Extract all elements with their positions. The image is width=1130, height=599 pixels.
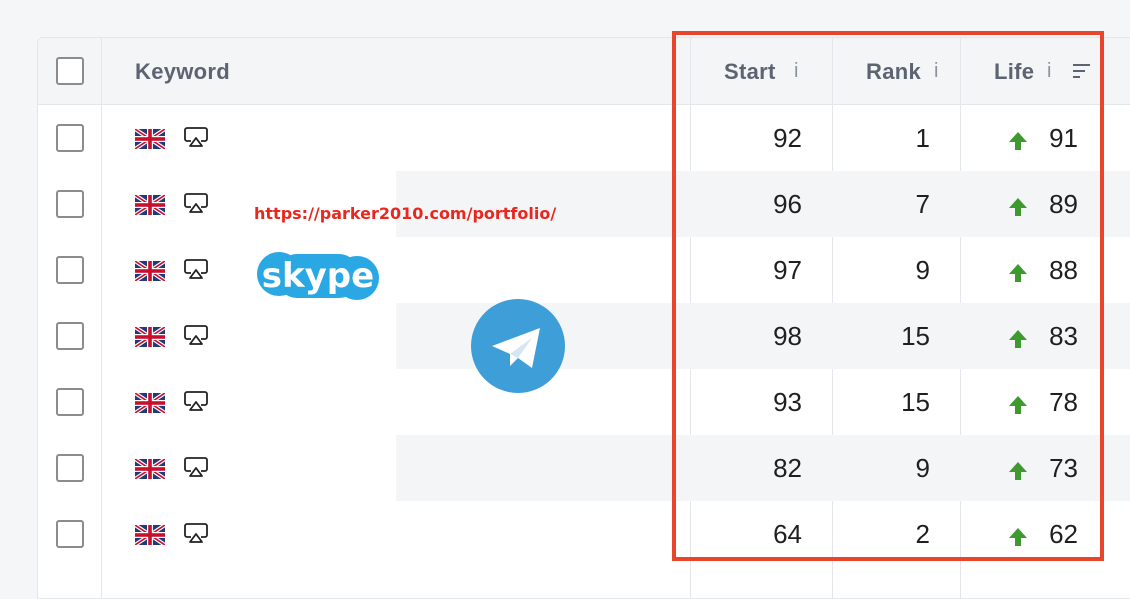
row-checkbox[interactable] [56, 388, 84, 416]
rank-value: 1 [915, 123, 930, 153]
skype-logo: skype [257, 252, 379, 300]
table-row[interactable]: 96 7 89 [38, 171, 1130, 237]
life-value: 62 [1049, 519, 1078, 549]
column-header-start[interactable]: Start [724, 59, 776, 85]
arrow-up-icon [1009, 132, 1027, 150]
column-header-life[interactable]: Life [994, 59, 1034, 85]
start-value: 98 [773, 321, 802, 351]
start-value: 92 [773, 123, 802, 153]
table-row[interactable]: 97 9 88 [38, 237, 1130, 303]
airplay-monitor-icon[interactable] [184, 390, 210, 414]
arrow-up-icon [1009, 528, 1027, 546]
row-checkbox[interactable] [56, 124, 84, 152]
life-value: 78 [1049, 387, 1078, 417]
airplay-monitor-icon[interactable] [184, 456, 210, 480]
life-value: 73 [1049, 453, 1078, 483]
airplay-monitor-icon[interactable] [184, 324, 210, 348]
uk-flag-icon [135, 129, 165, 149]
keyword-table: Keyword Start i Rank i Life i 92 1 91 96 7 89… [37, 37, 1130, 599]
table-row[interactable]: 92 1 91 [38, 105, 1130, 171]
table-row[interactable]: 93 15 78 [38, 369, 1130, 435]
uk-flag-icon [135, 327, 165, 347]
table-row[interactable]: 82 9 73 [38, 435, 1130, 501]
rank-info-icon[interactable]: i [934, 60, 938, 83]
row-checkbox[interactable] [56, 322, 84, 350]
column-header-keyword[interactable]: Keyword [135, 59, 230, 85]
life-info-icon[interactable]: i [1047, 60, 1051, 83]
row-checkbox[interactable] [56, 256, 84, 284]
uk-flag-icon [135, 195, 165, 215]
telegram-logo [471, 299, 565, 393]
watermark-url: https://parker2010.com/portfolio/ [254, 204, 557, 223]
arrow-up-icon [1009, 198, 1027, 216]
select-all-checkbox[interactable] [56, 57, 84, 85]
life-value: 88 [1049, 255, 1078, 285]
start-value: 82 [773, 453, 802, 483]
airplay-monitor-icon[interactable] [184, 192, 210, 216]
arrow-up-icon [1009, 462, 1027, 480]
row-checkbox[interactable] [56, 520, 84, 548]
start-info-icon[interactable]: i [794, 60, 798, 83]
life-value: 89 [1049, 189, 1078, 219]
rank-value: 9 [915, 255, 930, 285]
rank-value: 15 [901, 321, 930, 351]
sort-icon[interactable] [1073, 63, 1091, 79]
airplay-monitor-icon[interactable] [184, 258, 210, 282]
airplay-monitor-icon[interactable] [184, 522, 210, 546]
uk-flag-icon [135, 459, 165, 479]
row-checkbox[interactable] [56, 454, 84, 482]
column-header-rank[interactable]: Rank [866, 59, 921, 85]
skype-logo-text: skype [262, 256, 374, 296]
table-row[interactable]: 98 15 83 [38, 303, 1130, 369]
row-checkbox[interactable] [56, 190, 84, 218]
rank-value: 15 [901, 387, 930, 417]
rank-value: 9 [915, 453, 930, 483]
start-value: 93 [773, 387, 802, 417]
rank-value: 2 [915, 519, 930, 549]
uk-flag-icon [135, 393, 165, 413]
table-header: Keyword Start i Rank i Life i [38, 38, 1130, 105]
airplay-monitor-icon[interactable] [184, 126, 210, 150]
arrow-up-icon [1009, 264, 1027, 282]
life-value: 91 [1049, 123, 1078, 153]
table-row[interactable]: 64 2 62 [38, 501, 1130, 567]
arrow-up-icon [1009, 330, 1027, 348]
life-value: 83 [1049, 321, 1078, 351]
row-stripe [396, 435, 690, 501]
start-value: 64 [773, 519, 802, 549]
rank-value: 7 [915, 189, 930, 219]
start-value: 96 [773, 189, 802, 219]
uk-flag-icon [135, 525, 165, 545]
arrow-up-icon [1009, 396, 1027, 414]
uk-flag-icon [135, 261, 165, 281]
start-value: 97 [773, 255, 802, 285]
